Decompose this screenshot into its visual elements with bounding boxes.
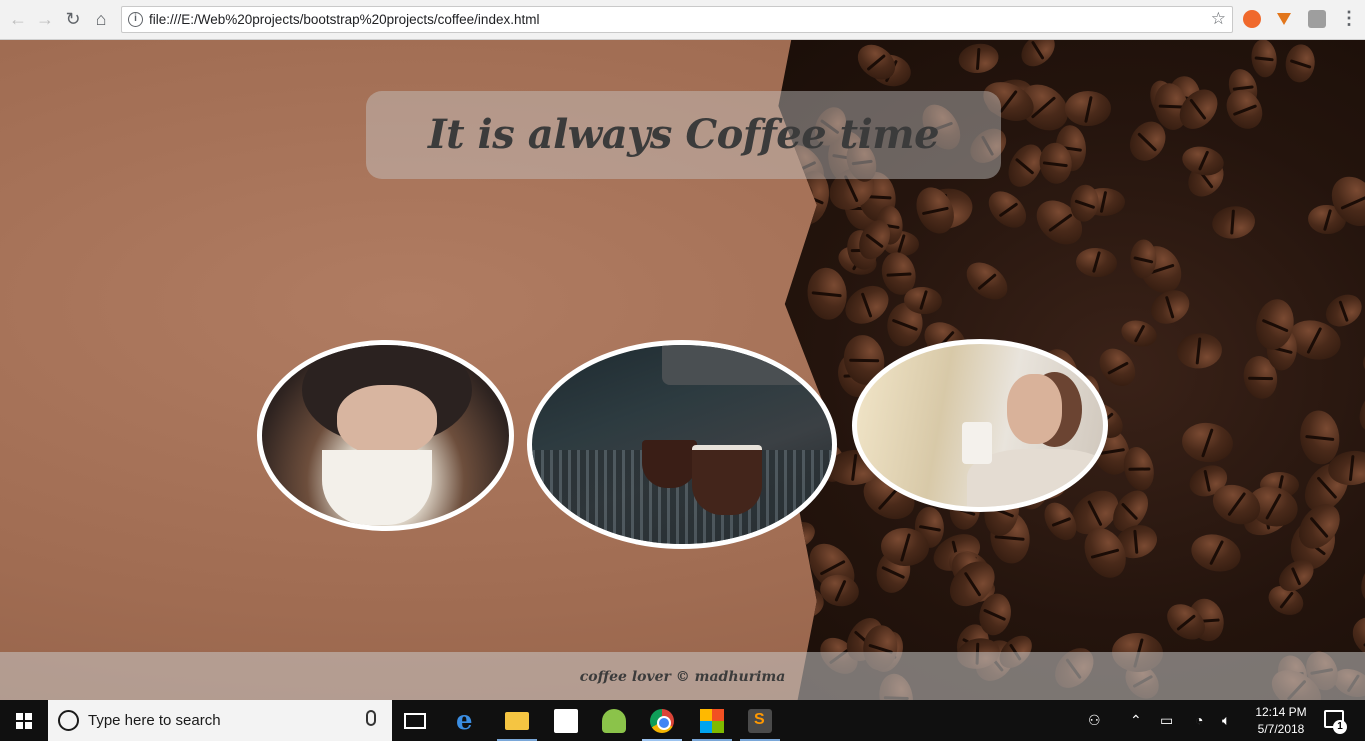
coffee-bean bbox=[1175, 330, 1224, 371]
coffee-bean bbox=[1186, 529, 1245, 578]
coffee-bean bbox=[1145, 283, 1196, 331]
search-placeholder: Type here to search bbox=[88, 712, 221, 729]
edge-icon[interactable]: e bbox=[456, 708, 480, 734]
title-banner: It is always Coffee time bbox=[366, 91, 1001, 179]
image-detail bbox=[962, 422, 992, 464]
extension-gray-icon[interactable] bbox=[1308, 10, 1326, 28]
address-bar[interactable]: i file:///E:/Web%20projects/bootstrap%20… bbox=[121, 6, 1233, 33]
microsoft-app-icon[interactable] bbox=[700, 709, 724, 733]
people-icon[interactable]: ⚇ bbox=[1088, 700, 1101, 741]
coffee-bean bbox=[1118, 316, 1161, 352]
coffee-bean bbox=[1249, 40, 1279, 79]
notification-count: 1 bbox=[1333, 720, 1347, 734]
forward-arrow-icon[interactable]: → bbox=[34, 8, 56, 30]
start-button[interactable] bbox=[0, 700, 48, 741]
clock-date: 5/7/2018 bbox=[1257, 722, 1305, 736]
reload-icon[interactable]: ↻ bbox=[62, 8, 84, 30]
image-detail bbox=[692, 445, 762, 515]
coffee-bean bbox=[982, 184, 1034, 235]
bookmark-star-icon[interactable]: ☆ bbox=[1211, 9, 1226, 29]
task-view-icon[interactable] bbox=[404, 713, 426, 729]
info-icon[interactable]: i bbox=[128, 12, 143, 27]
volume-icon[interactable]: 🔈︎ bbox=[1222, 700, 1230, 741]
taskbar-search[interactable]: Type here to search bbox=[48, 700, 392, 741]
coffee-bean bbox=[1179, 419, 1236, 465]
coffee-bean bbox=[1092, 341, 1143, 393]
coffee-bean bbox=[804, 265, 850, 322]
metamask-fox-icon[interactable] bbox=[1275, 10, 1293, 28]
woman-smelling-coffee-image bbox=[852, 339, 1108, 512]
windows-logo-icon bbox=[16, 713, 32, 729]
file-explorer-icon[interactable] bbox=[505, 712, 529, 730]
chrome-icon[interactable] bbox=[650, 709, 674, 733]
coffee-bean bbox=[1352, 384, 1365, 437]
coffee-bean bbox=[1075, 246, 1118, 279]
woman-drinking-coffee-image bbox=[257, 340, 514, 531]
image-detail bbox=[1007, 374, 1062, 444]
microphone-icon[interactable] bbox=[366, 710, 376, 726]
chevron-up-icon[interactable]: ⌃ bbox=[1130, 700, 1142, 741]
web-page: It is always Coffee time coffee lover © … bbox=[0, 40, 1365, 700]
image-detail bbox=[337, 385, 437, 455]
back-arrow-icon[interactable]: ← bbox=[7, 8, 29, 30]
wifi-icon[interactable]: ◔ bbox=[1195, 700, 1203, 741]
store-icon[interactable] bbox=[554, 709, 578, 733]
coffee-bean bbox=[1210, 203, 1258, 242]
menu-dots-icon[interactable]: ⋮ bbox=[1340, 8, 1358, 29]
windows-taskbar: Type here to search e ⚇ ⌃ ▭ ◔ 🔈︎ 12:14 P… bbox=[0, 700, 1365, 741]
image-detail bbox=[662, 345, 832, 385]
coffee-bean bbox=[1283, 43, 1317, 85]
android-studio-icon[interactable] bbox=[602, 709, 626, 733]
coffee-bean bbox=[957, 41, 1001, 76]
battery-icon[interactable]: ▭ bbox=[1160, 700, 1173, 741]
sublime-text-icon[interactable] bbox=[748, 709, 772, 733]
coffee-bean bbox=[1064, 91, 1112, 127]
espresso-machine-image bbox=[527, 340, 837, 549]
coffee-bean bbox=[1219, 83, 1270, 136]
extension-orange-icon[interactable] bbox=[1243, 10, 1261, 28]
page-title: It is always Coffee time bbox=[427, 111, 940, 158]
coffee-bean bbox=[1014, 40, 1061, 73]
url-text[interactable]: file:///E:/Web%20projects/bootstrap%20pr… bbox=[149, 12, 539, 27]
home-icon[interactable]: ⌂ bbox=[90, 8, 112, 30]
cortana-icon bbox=[58, 710, 79, 731]
coffee-bean bbox=[1356, 557, 1365, 608]
clock-time: 12:14 PM bbox=[1255, 705, 1307, 719]
browser-toolbar: ← → ↻ ⌂ i file:///E:/Web%20projects/boot… bbox=[0, 0, 1365, 40]
image-detail bbox=[322, 450, 432, 525]
page-footer: coffee lover © madhurima bbox=[0, 652, 1365, 700]
taskbar-clock[interactable]: 12:14 PM 5/7/2018 bbox=[1252, 704, 1310, 738]
coffee-bean bbox=[959, 254, 1015, 307]
image-detail bbox=[642, 440, 697, 488]
